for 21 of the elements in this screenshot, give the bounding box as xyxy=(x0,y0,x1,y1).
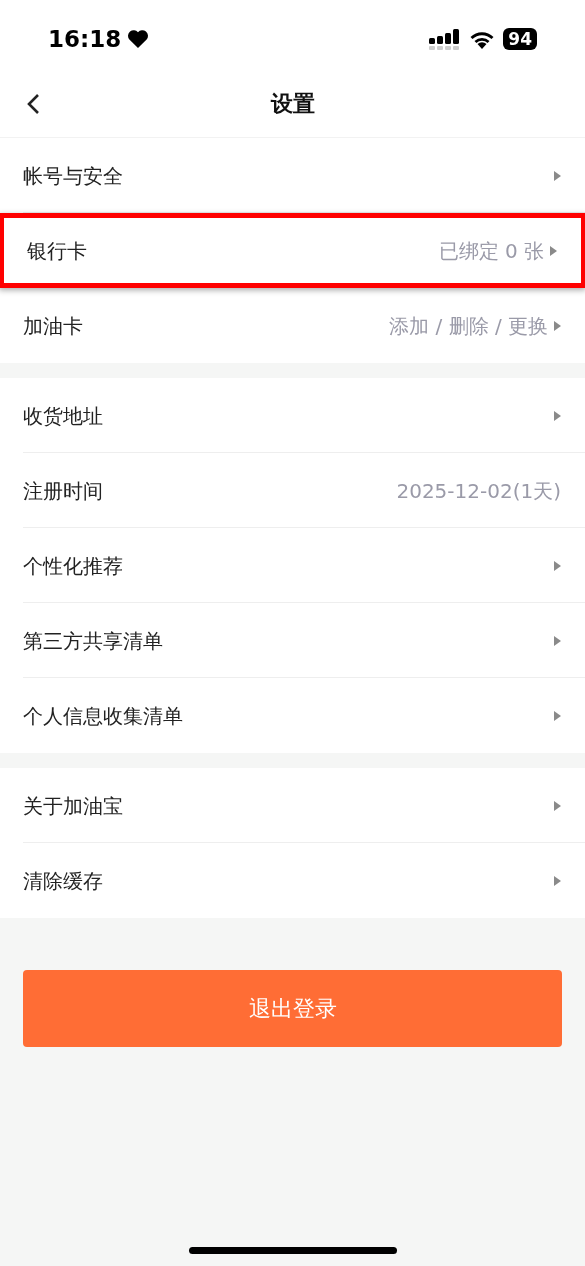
row-label: 注册时间 xyxy=(23,477,103,505)
settings-row[interactable]: 银行卡 已绑定 0 张 xyxy=(0,213,585,288)
row-label: 帐号与安全 xyxy=(23,162,123,190)
battery-icon: 94 xyxy=(503,28,537,50)
row-label: 第三方共享清单 xyxy=(23,627,163,655)
row-label: 加油卡 xyxy=(23,312,83,340)
row-value: 2025-12-02(1天) xyxy=(396,477,561,505)
status-time: 16:18 xyxy=(48,24,122,54)
wifi-icon xyxy=(469,29,496,49)
row-value: 已绑定 0 张 xyxy=(438,237,544,265)
row-label: 银行卡 xyxy=(27,237,87,265)
row-label: 关于加油宝 xyxy=(23,792,123,820)
signal-icon xyxy=(429,28,462,50)
row-label: 收货地址 xyxy=(23,402,103,430)
row-value: 添加 / 删除 / 更换 xyxy=(389,312,548,340)
row-label: 清除缓存 xyxy=(23,867,103,895)
row-label: 个性化推荐 xyxy=(23,552,123,580)
row-label: 个人信息收集清单 xyxy=(23,702,183,730)
page-title: 设置 xyxy=(270,90,315,118)
back-icon[interactable] xyxy=(26,92,40,115)
heart-icon xyxy=(127,29,150,49)
